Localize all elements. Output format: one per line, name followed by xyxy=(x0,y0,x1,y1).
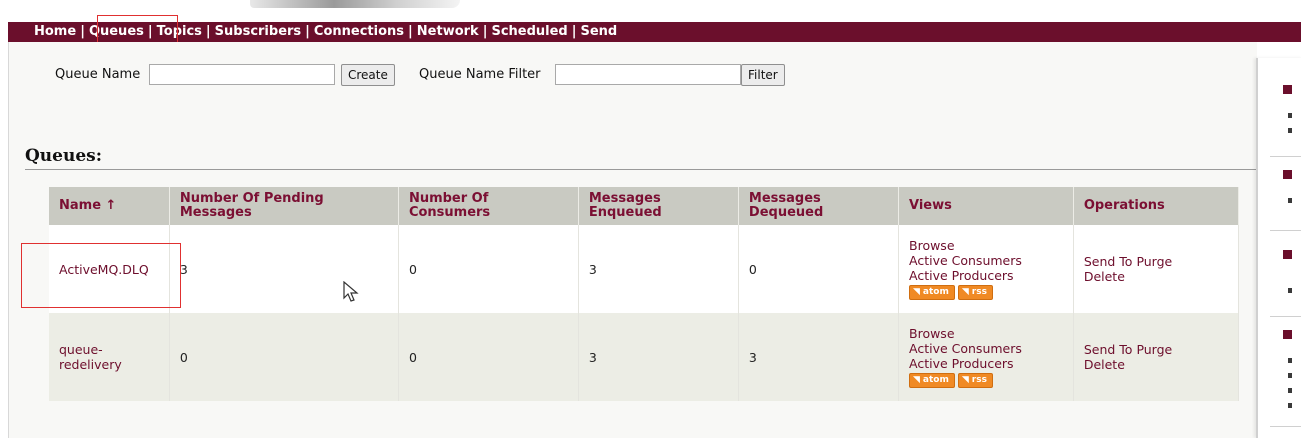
title-divider xyxy=(25,169,1257,170)
consumer-count: 0 xyxy=(398,225,579,313)
sidebar-dot-icon xyxy=(1288,358,1292,363)
table-row: queue-redelivery 0 0 3 3 Browse Active C… xyxy=(49,313,1240,401)
queue-filter-label: Queue Name Filter xyxy=(419,67,541,82)
logo-strip xyxy=(0,0,1301,22)
purge-link[interactable]: Purge xyxy=(1136,342,1172,357)
operations-cell: Send To Purge Delete xyxy=(1073,225,1240,313)
col-views-header: Views xyxy=(898,187,1074,225)
enqueued-count: 3 xyxy=(578,225,739,313)
feed-links: ◥ atom ◥ rss xyxy=(909,372,996,388)
feed-links: ◥ atom ◥ rss xyxy=(909,284,996,300)
nav-topics[interactable]: Topics xyxy=(157,24,202,39)
col-name-header[interactable]: Name ↑ xyxy=(49,187,170,225)
nav-home[interactable]: Home xyxy=(34,24,76,39)
queue-name-link[interactable]: queue-redelivery xyxy=(59,342,129,372)
table-header-row: Name ↑ Number Of Pending Messages Number… xyxy=(49,187,1240,225)
active-producers-link[interactable]: Active Producers xyxy=(909,268,1063,283)
atom-feed-button[interactable]: ◥ atom xyxy=(909,373,955,388)
rss-feed-icon: ◥ xyxy=(961,287,969,297)
logo-graphic xyxy=(250,0,460,8)
create-button[interactable]: Create xyxy=(341,64,395,86)
nav-connections[interactable]: Connections xyxy=(314,24,404,39)
active-consumers-link[interactable]: Active Consumers xyxy=(909,341,1063,356)
main-content: Queue Name Create Queue Name Filter Filt… xyxy=(8,42,1257,438)
enqueued-count: 3 xyxy=(578,313,739,401)
nav-separator: | xyxy=(408,24,413,39)
operations-cell: Send To Purge Delete xyxy=(1073,313,1240,401)
col-consumers-header[interactable]: Number Of Consumers xyxy=(398,187,579,225)
nav-separator: | xyxy=(571,24,577,39)
atom-feed-button[interactable]: ◥ atom xyxy=(909,285,955,300)
delete-link[interactable]: Delete xyxy=(1084,357,1228,372)
browse-link[interactable]: Browse xyxy=(909,238,1063,253)
dequeued-count: 0 xyxy=(738,225,900,313)
nav-scheduled[interactable]: Scheduled xyxy=(491,24,567,39)
dequeued-count: 3 xyxy=(738,313,900,401)
sidebar-divider xyxy=(1270,230,1301,231)
sidebar-dot-icon xyxy=(1288,373,1292,378)
sidebar-divider xyxy=(1270,156,1301,157)
queue-name-label: Queue Name xyxy=(55,67,141,82)
rss-feed-label: rss xyxy=(971,287,987,297)
nav-separator: | xyxy=(147,24,153,39)
rss-feed-button[interactable]: ◥ rss xyxy=(957,285,993,300)
filter-button[interactable]: Filter xyxy=(741,64,785,86)
rss-feed-button[interactable]: ◥ rss xyxy=(957,373,993,388)
nav-send[interactable]: Send xyxy=(580,24,617,39)
sidebar-dot-icon xyxy=(1288,288,1292,293)
atom-feed-label: atom xyxy=(922,375,949,385)
queues-table: Name ↑ Number Of Pending Messages Number… xyxy=(49,187,1240,401)
nav-network[interactable]: Network xyxy=(417,24,479,39)
sidebar-bullet-icon xyxy=(1283,170,1292,179)
active-producers-link[interactable]: Active Producers xyxy=(909,356,1063,371)
active-consumers-link[interactable]: Active Consumers xyxy=(909,253,1063,268)
sidebar-bullet-icon xyxy=(1283,85,1292,94)
queue-name-link[interactable]: ActiveMQ.DLQ xyxy=(59,262,159,277)
views-cell: Browse Active Consumers Active Producers… xyxy=(898,313,1074,401)
sidebar-bullet-icon xyxy=(1283,330,1292,339)
nav-subscribers[interactable]: Subscribers xyxy=(215,24,302,39)
sidebar-dot-icon xyxy=(1288,113,1292,118)
send-to-link[interactable]: Send To xyxy=(1084,254,1133,269)
sidebar-dot-icon xyxy=(1288,128,1292,133)
rss-feed-label: rss xyxy=(971,375,987,385)
op-links: Send To Purge xyxy=(1084,342,1228,357)
sidebar-dot-icon xyxy=(1288,198,1292,203)
rss-feed-icon: ◥ xyxy=(913,375,920,385)
main-navigation: Home | Queues | Topics | Subscribers | Connectio… xyxy=(8,22,1301,42)
nav-separator: | xyxy=(305,24,310,39)
queue-filter-input[interactable] xyxy=(555,64,741,85)
page-title: Queues: xyxy=(25,146,103,166)
atom-feed-label: atom xyxy=(922,287,949,297)
consumer-count: 0 xyxy=(398,313,579,401)
rss-feed-icon: ◥ xyxy=(913,287,920,297)
sidebar-divider xyxy=(1270,426,1301,427)
pending-count: 0 xyxy=(169,313,399,401)
sidebar-divider xyxy=(1270,316,1301,317)
op-links: Send To Purge xyxy=(1084,254,1228,269)
sidebar-dot-icon xyxy=(1288,403,1292,408)
col-enqueued-header[interactable]: Messages Enqueued xyxy=(578,187,739,225)
right-sidebar xyxy=(1256,58,1301,438)
nav-separator: | xyxy=(205,24,211,39)
rss-feed-icon: ◥ xyxy=(961,375,969,385)
nav-queues[interactable]: Queues xyxy=(89,24,144,39)
purge-link[interactable]: Purge xyxy=(1136,254,1172,269)
browse-link[interactable]: Browse xyxy=(909,326,1063,341)
queue-name-input[interactable] xyxy=(149,64,335,85)
send-to-link[interactable]: Send To xyxy=(1084,342,1133,357)
nav-separator: | xyxy=(80,24,85,39)
pending-count: 3 xyxy=(169,225,399,313)
delete-link[interactable]: Delete xyxy=(1084,269,1228,284)
table-row: ActiveMQ.DLQ 3 0 3 0 Browse Active Consu… xyxy=(49,225,1240,313)
nav-separator: | xyxy=(482,24,488,39)
sidebar-bullet-icon xyxy=(1283,250,1292,259)
sidebar-dot-icon xyxy=(1288,388,1292,393)
col-pending-header[interactable]: Number Of Pending Messages xyxy=(169,187,399,225)
views-cell: Browse Active Consumers Active Producers… xyxy=(898,225,1074,313)
mouse-pointer-icon xyxy=(343,281,359,302)
col-dequeued-header[interactable]: Messages Dequeued xyxy=(738,187,900,225)
col-operations-header: Operations xyxy=(1073,187,1240,225)
